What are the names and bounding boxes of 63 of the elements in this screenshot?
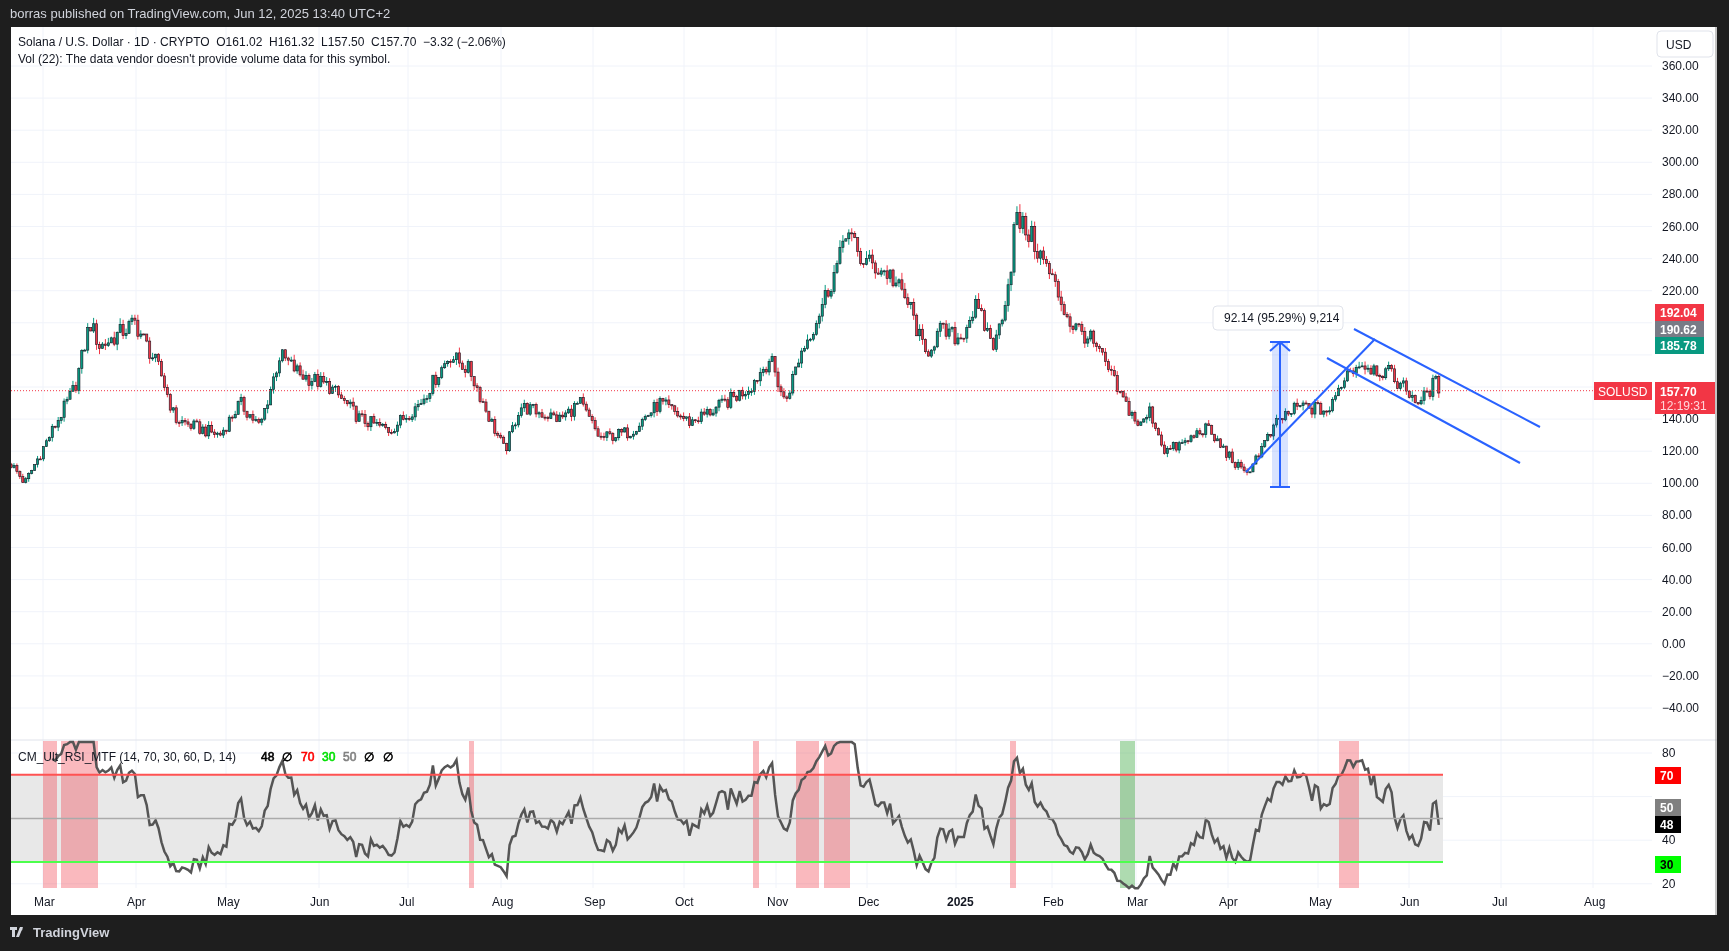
publisher-caption: borras published on TradingView.com, Jun 12, 2025 13:40 UTC+2 xyxy=(10,4,391,23)
price-tick-label: 140.00 xyxy=(1662,412,1699,427)
month-label: Apr xyxy=(1219,895,1238,909)
brand-name[interactable]: TradingView xyxy=(33,923,110,943)
price-tick-label: 280.00 xyxy=(1662,187,1699,202)
price-tick-label: 40.00 xyxy=(1662,572,1693,587)
trend-line[interactable] xyxy=(1326,357,1521,464)
indicator-value: 48 xyxy=(261,750,275,764)
indicator-value: ∅ xyxy=(364,750,374,764)
rsi-tick-label: 80 xyxy=(1662,746,1676,760)
rsi-badge: 48 xyxy=(1655,816,1681,833)
indicator-value: 50 xyxy=(343,750,357,764)
month-label: May xyxy=(217,895,240,909)
month-label: Nov xyxy=(767,895,789,909)
month-label: May xyxy=(1309,895,1332,909)
price-tick-label: 100.00 xyxy=(1662,476,1699,491)
indicator-value: 30 xyxy=(322,750,336,764)
rsi-badge: 50 xyxy=(1655,799,1681,816)
trend-line[interactable] xyxy=(1245,338,1376,473)
price-tick-label: −20.00 xyxy=(1662,668,1700,683)
indicator-value: 70 xyxy=(301,750,315,764)
price-tick-label: 320.00 xyxy=(1662,123,1699,138)
measure-tooltip: 92.14 (95.29%) 9,214 xyxy=(1212,305,1344,331)
price-tick-label: 300.00 xyxy=(1662,155,1699,170)
rsi-badge: 30 xyxy=(1655,856,1681,873)
price-tick-label: 340.00 xyxy=(1662,91,1699,106)
price-tick-label: 360.00 xyxy=(1662,59,1699,73)
volume-note: Vol (22): The data vendor doesn't provide volume data for this symbol. xyxy=(18,52,391,66)
month-label: Jul xyxy=(1492,895,1508,909)
rsi-tick-label: 40 xyxy=(1662,833,1676,848)
price-tick-label: 120.00 xyxy=(1662,444,1699,459)
price-tick-label: 220.00 xyxy=(1662,283,1699,298)
price-badge: 185.78 xyxy=(1655,337,1704,354)
trend-line[interactable] xyxy=(1353,328,1541,428)
indicator-value: ∅ xyxy=(282,750,292,764)
month-label: Aug xyxy=(1584,895,1606,909)
month-label: Apr xyxy=(127,895,146,909)
month-label: Jun xyxy=(310,895,330,909)
month-label: Oct xyxy=(675,895,694,909)
year-label: 2025 xyxy=(947,895,974,909)
price-tick-label: −40.00 xyxy=(1662,701,1700,715)
price-badge: 192.04 xyxy=(1655,304,1704,321)
month-label: Jun xyxy=(1400,895,1420,909)
price-tick-label: 80.00 xyxy=(1662,508,1693,523)
month-label: Jul xyxy=(399,895,415,909)
last-price-badge: 157.70 12:19:31 xyxy=(1655,382,1715,414)
price-tick-label: 20.00 xyxy=(1662,604,1693,619)
price-tick-label: 0.00 xyxy=(1662,636,1686,651)
rsi-tick-label: 20 xyxy=(1662,876,1676,891)
price-tick-label: 260.00 xyxy=(1662,219,1699,234)
rsi-badge: 70 xyxy=(1655,767,1681,784)
month-label: Mar xyxy=(1127,895,1148,909)
month-label: Dec xyxy=(858,895,880,909)
month-label: Aug xyxy=(492,895,514,909)
currency-button[interactable]: USD xyxy=(1656,30,1714,58)
symbol-badge: SOLUSD xyxy=(1594,382,1652,400)
price-tick-label: 60.00 xyxy=(1662,540,1693,555)
month-label: Feb xyxy=(1043,895,1064,909)
indicator-value: ∅ xyxy=(383,750,393,764)
month-label: Mar xyxy=(34,895,55,909)
month-label: Sep xyxy=(584,895,606,909)
price-tick-label: 240.00 xyxy=(1662,251,1699,266)
symbol-legend: Solana / U.S. Dollar · 1D · CRYPTO O161.02 H161.32 L157.50 C157.70 −3.32 (−2.06%) xyxy=(18,35,506,49)
